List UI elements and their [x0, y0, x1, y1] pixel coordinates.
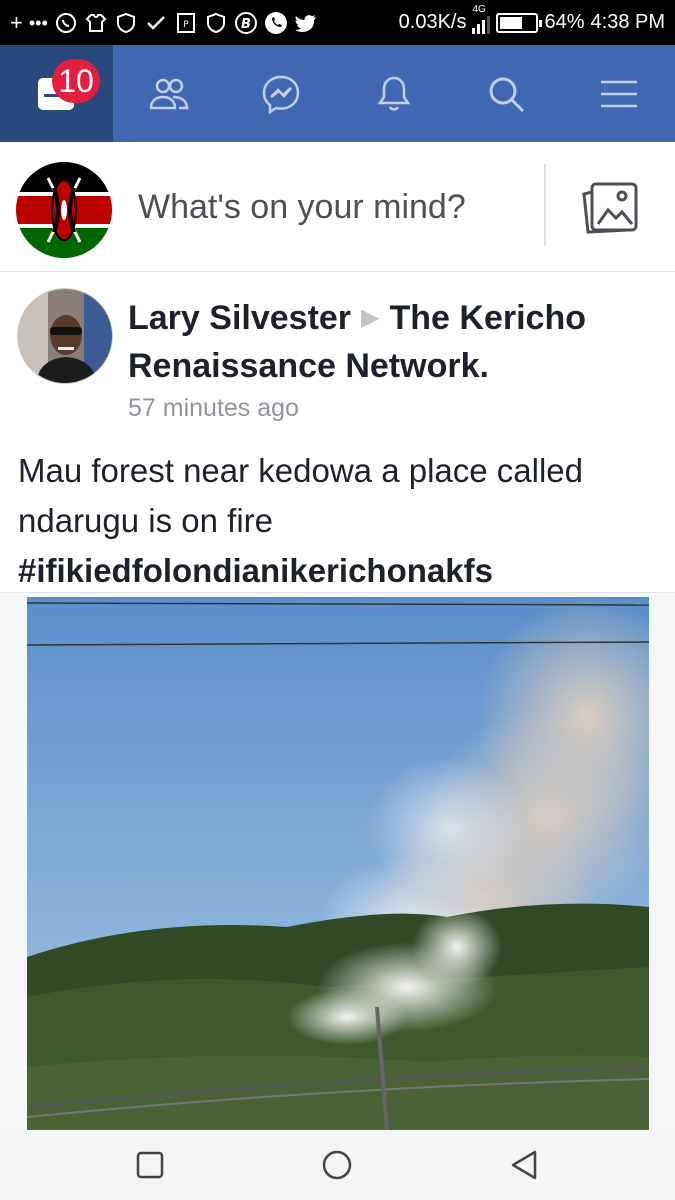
notifications-icon — [377, 76, 411, 110]
android-nav-bar — [0, 1130, 675, 1200]
post-header: Lary Silvester ▶ The Kericho Renaissance N… — [128, 294, 658, 390]
post-photo[interactable] — [27, 597, 649, 1131]
tab-news-feed[interactable]: 10 — [0, 45, 113, 142]
whatsapp-icon — [55, 12, 76, 33]
arrow-right-icon: ▶ — [361, 304, 380, 331]
messenger-icon — [262, 75, 300, 114]
tab-notifications[interactable] — [338, 45, 451, 142]
kenya-flag-icon — [16, 162, 112, 258]
svg-text:B: B — [241, 17, 251, 32]
user-avatar[interactable] — [16, 162, 112, 258]
menu-icon — [600, 80, 637, 107]
status-right: 0.03K/s 4G 64% 4:38 PM — [399, 0, 665, 45]
composer-divider — [544, 164, 546, 246]
svg-text:P: P — [183, 20, 189, 30]
more-dots-icon: ••• — [28, 12, 48, 33]
post-hashtag[interactable]: #ifikiedfolondianikerichonakfs — [18, 546, 658, 596]
status-icons: + ••• P B — [10, 0, 318, 45]
back-icon[interactable] — [507, 1148, 541, 1182]
battery-icon — [496, 12, 543, 33]
shield-icon — [206, 12, 225, 33]
tab-friends[interactable] — [113, 45, 226, 142]
search-icon — [489, 77, 525, 112]
post-timestamp[interactable]: 57 minutes ago — [128, 394, 299, 423]
twitter-icon — [294, 14, 316, 32]
phone-icon — [264, 11, 287, 34]
author-name[interactable]: Lary Silvester — [128, 299, 351, 337]
composer-input[interactable]: What's on your mind? — [138, 142, 466, 272]
author-photo — [18, 289, 112, 383]
battery-percent: 64% — [544, 11, 585, 33]
tab-messenger[interactable] — [225, 45, 338, 142]
tab-search[interactable] — [450, 45, 563, 142]
notification-badge: 10 — [52, 59, 100, 103]
signal-icon: 4G — [472, 4, 491, 34]
network-speed: 0.03K/s — [398, 11, 467, 33]
b-app-icon: B — [234, 11, 257, 34]
tab-menu[interactable] — [563, 45, 675, 142]
post-photo-frame — [0, 592, 675, 1131]
home-icon[interactable] — [320, 1148, 354, 1182]
top-nav-bar: 10 — [0, 45, 675, 142]
clock: 4:38 PM — [590, 11, 665, 33]
status-bar: + ••• P B 0.03K/s 4G 64% 4:38 PM — [0, 0, 675, 45]
pdf-icon: P — [176, 12, 195, 33]
check-icon — [146, 15, 165, 30]
plus-icon: + — [10, 9, 23, 35]
photo-icon[interactable] — [578, 180, 640, 236]
author-avatar[interactable] — [17, 288, 113, 384]
post-body: Mau forest near kedowa a place called nd… — [18, 446, 658, 596]
status-composer: What's on your mind? — [0, 142, 675, 272]
shield-icon — [116, 12, 135, 33]
recent-apps-icon[interactable] — [133, 1148, 167, 1182]
friends-icon — [149, 78, 189, 109]
shirt-icon — [85, 13, 107, 32]
network-type: 4G — [472, 3, 486, 15]
post-text: Mau forest near kedowa a place called nd… — [18, 452, 583, 539]
